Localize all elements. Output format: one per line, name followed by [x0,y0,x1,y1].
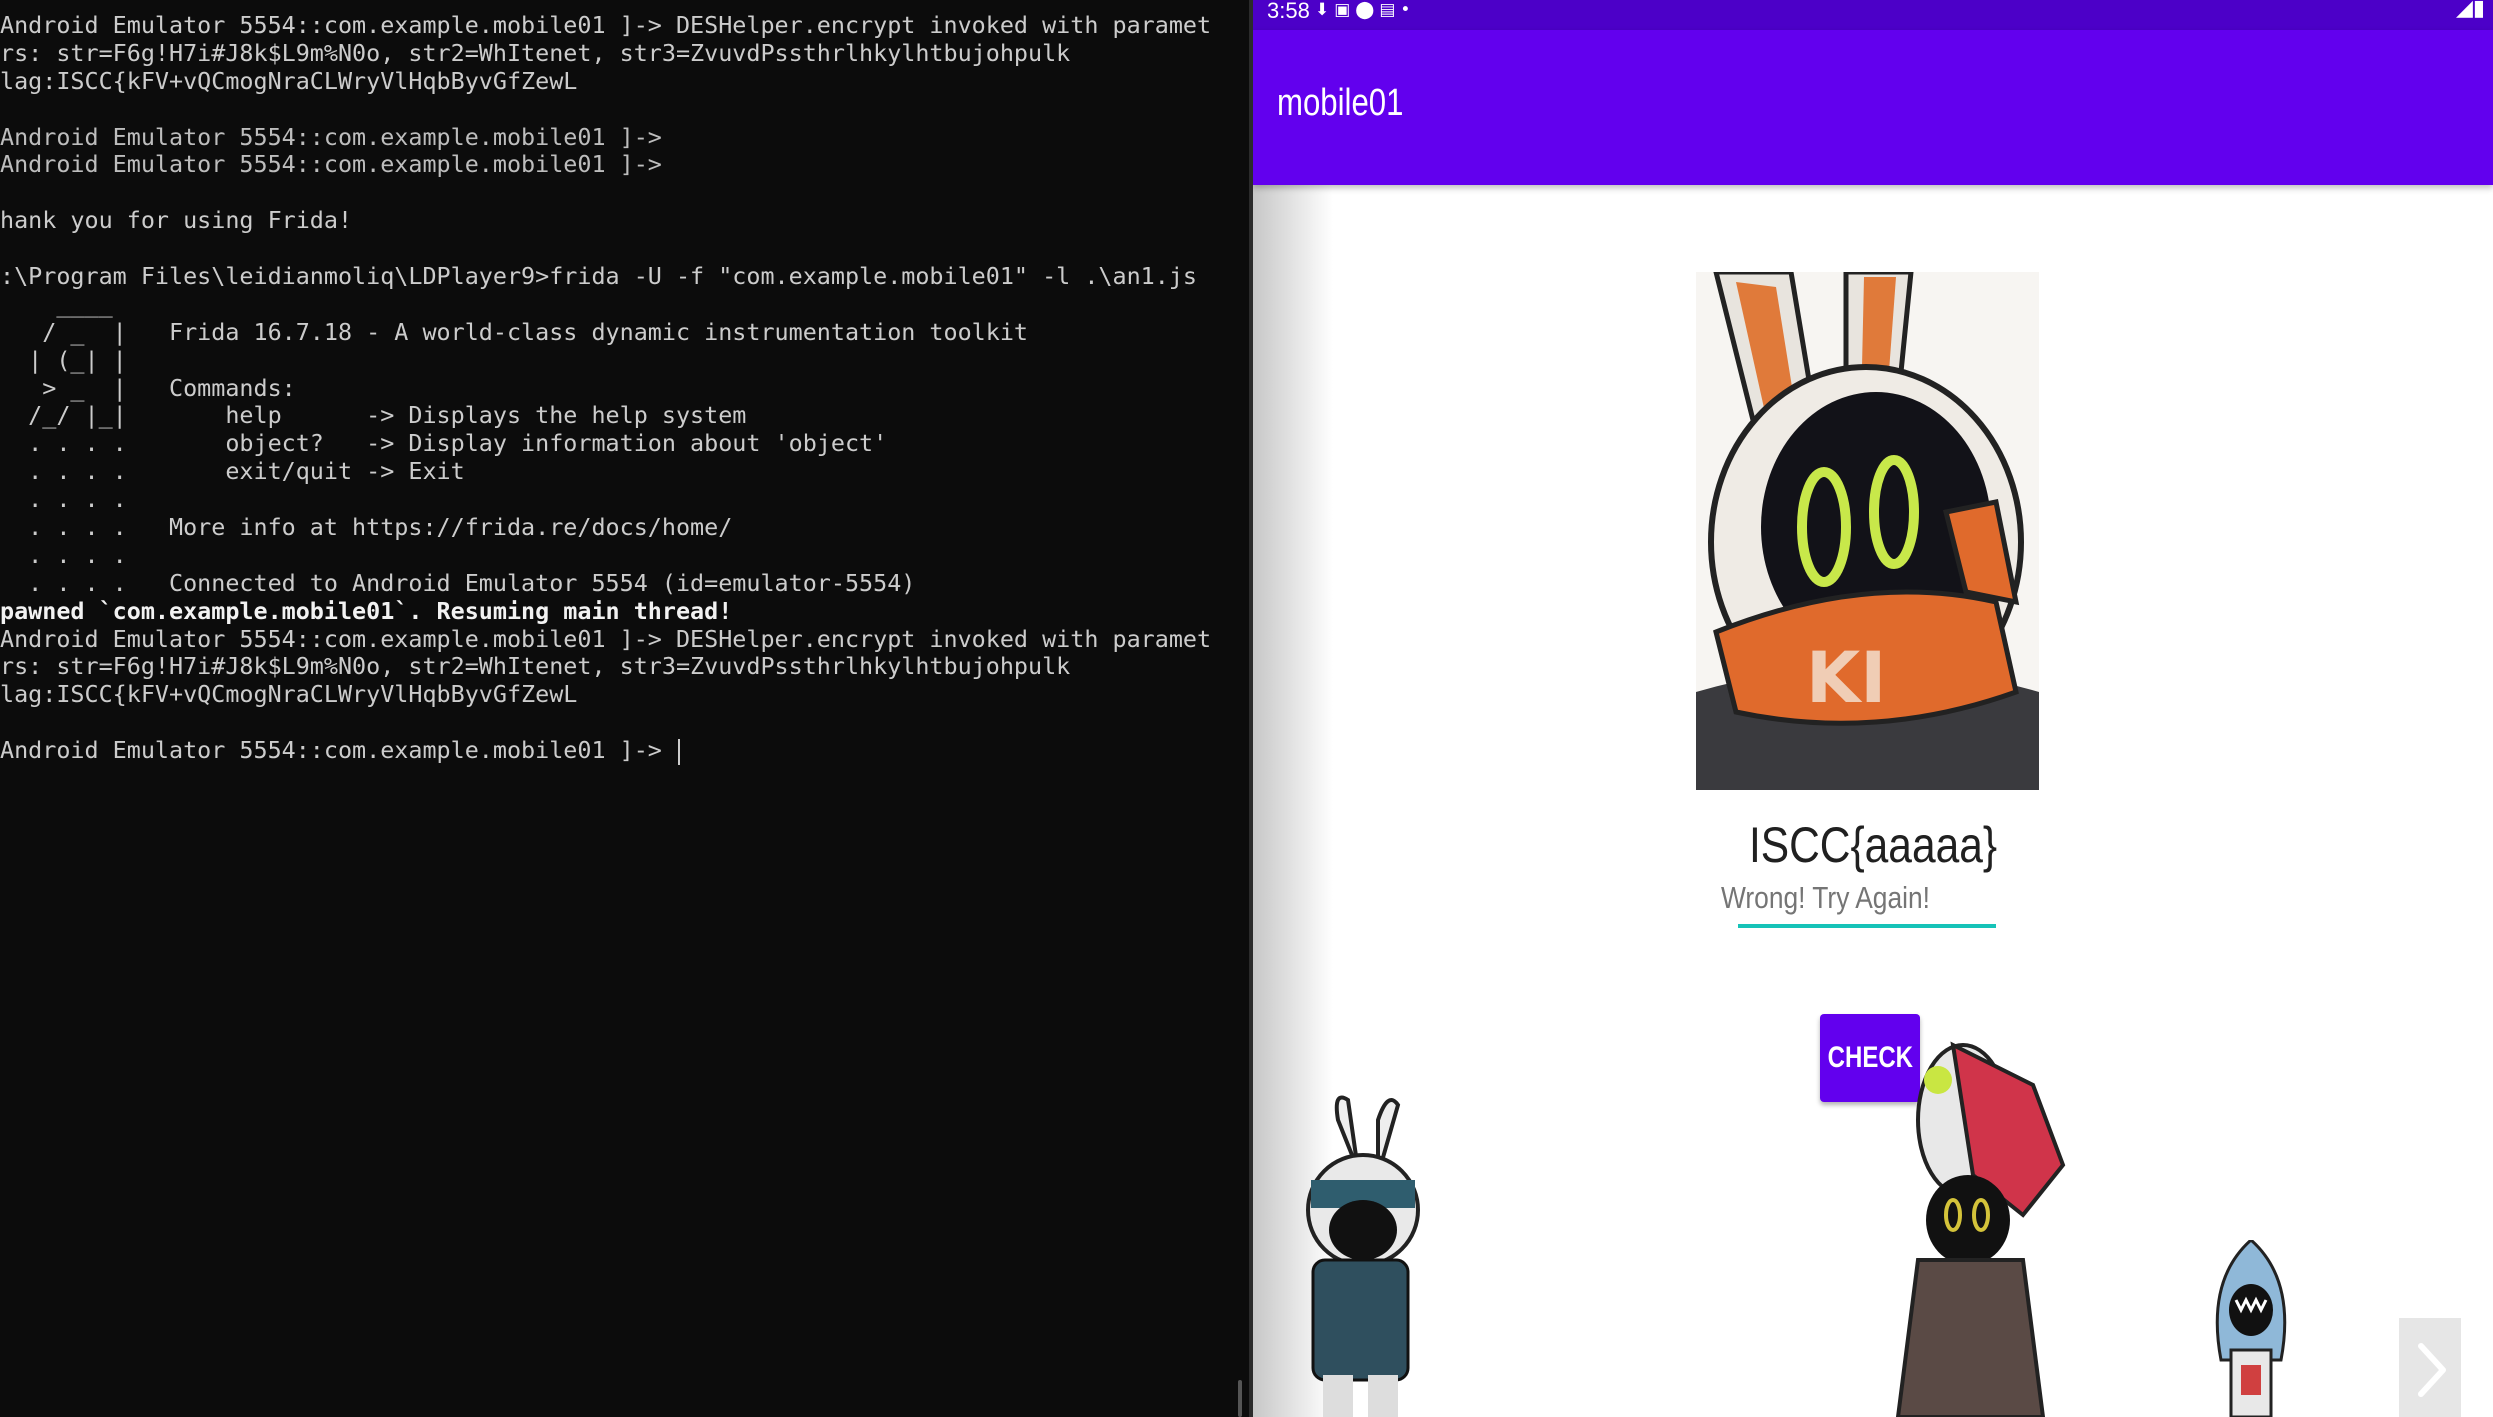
status-time: 3:58 [1267,0,1310,23]
result-message: Wrong! Try Again! [1721,880,1930,915]
bunny-soldier-mascot [1306,1095,1420,1417]
terminal-line: ____ [0,289,113,318]
terminal-line: Android Emulator 5554::com.example.mobil… [0,11,1212,39]
terminal-scrollbar[interactable] [1238,1380,1242,1417]
terminal-line: /_/ |_| help -> Displays the help system [0,401,747,430]
app-bar: mobile01 [1253,30,2493,185]
terminal-line: | (_| | [0,345,127,374]
next-page-button[interactable] [2399,1318,2461,1417]
input-underline [1738,924,1996,928]
terminal-line: Android Emulator 5554::com.example.mobil… [0,624,1212,653]
android-emulator-screen[interactable]: 3:58 ⬇▣⬤▤• ◢▮ mobile01 KI ISCC{aaaaa} Wr… [1253,0,2493,1417]
terminal-line: . . . . exit/quit -> Exit [0,457,465,486]
terminal-line: :\Program Files\leidianmoliq\LDPlayer9>f… [0,262,1197,291]
terminal-prompt-line[interactable]: Android Emulator 5554::com.example.mobil… [0,736,1211,765]
flag-input-field[interactable]: ISCC{aaaaa} [1346,816,2400,874]
terminal-line: . . . . [0,540,127,569]
svg-text:KI: KI [1806,637,1886,719]
terminal-line: lag:ISCC{kFV+vQCmogNraCLWryVlHqbByvGfZew… [0,66,578,95]
terminal-line: pawned `com.example.mobile01`. Resuming … [0,596,733,625]
terminal-prompt: Android Emulator 5554::com.example.mobil… [0,736,676,765]
terminal-line: lag:ISCC{kFV+vQCmogNraCLWryVlHqbByvGfZew… [0,680,578,709]
terminal-output: Android Emulator 5554::com.example.mobil… [0,11,1212,765]
terminal-line: Android Emulator 5554::com.example.mobil… [0,122,662,151]
hero-character-image: KI [1696,272,2039,790]
terminal-line: . . . . Connected to Android Emulator 55… [0,568,916,597]
terminal-line: rs: str=F6g!H7i#J8k$L9m%N0o, str2=WhIten… [0,38,1071,67]
terminal-line: . . . . More info at https://frida.re/do… [0,513,733,542]
terminal-line: Android Emulator 5554::com.example.mobil… [0,150,662,179]
terminal-line: . . . . object? -> Display information a… [0,429,888,458]
terminal-line: hank you for using Frida! [0,206,353,235]
chevron-right-icon [2418,1343,2446,1397]
hero-character-illustration: KI [1696,272,2039,790]
notification-icons: ⬇▣⬤▤• [1315,0,1416,20]
shark-mascot [2215,1240,2287,1417]
text-cursor [677,738,680,765]
terminal-line: / _ | Frida 16.7.18 - A world-class dyna… [0,317,1029,346]
terminal-line: . . . . [0,485,127,514]
terminal-window[interactable]: Android Emulator 5554::com.example.mobil… [0,0,1249,1417]
app-title: mobile01 [1277,82,1404,124]
status-bar: 3:58 ⬇▣⬤▤• ◢▮ [1253,0,2493,30]
gunner-mascot [1895,1041,2066,1417]
signal-battery-icon: ◢▮ [2455,0,2485,21]
terminal-line: rs: str=F6g!H7i#J8k$L9m%N0o, str2=WhIten… [0,652,1071,681]
terminal-line: > _ | Commands: [0,373,296,402]
